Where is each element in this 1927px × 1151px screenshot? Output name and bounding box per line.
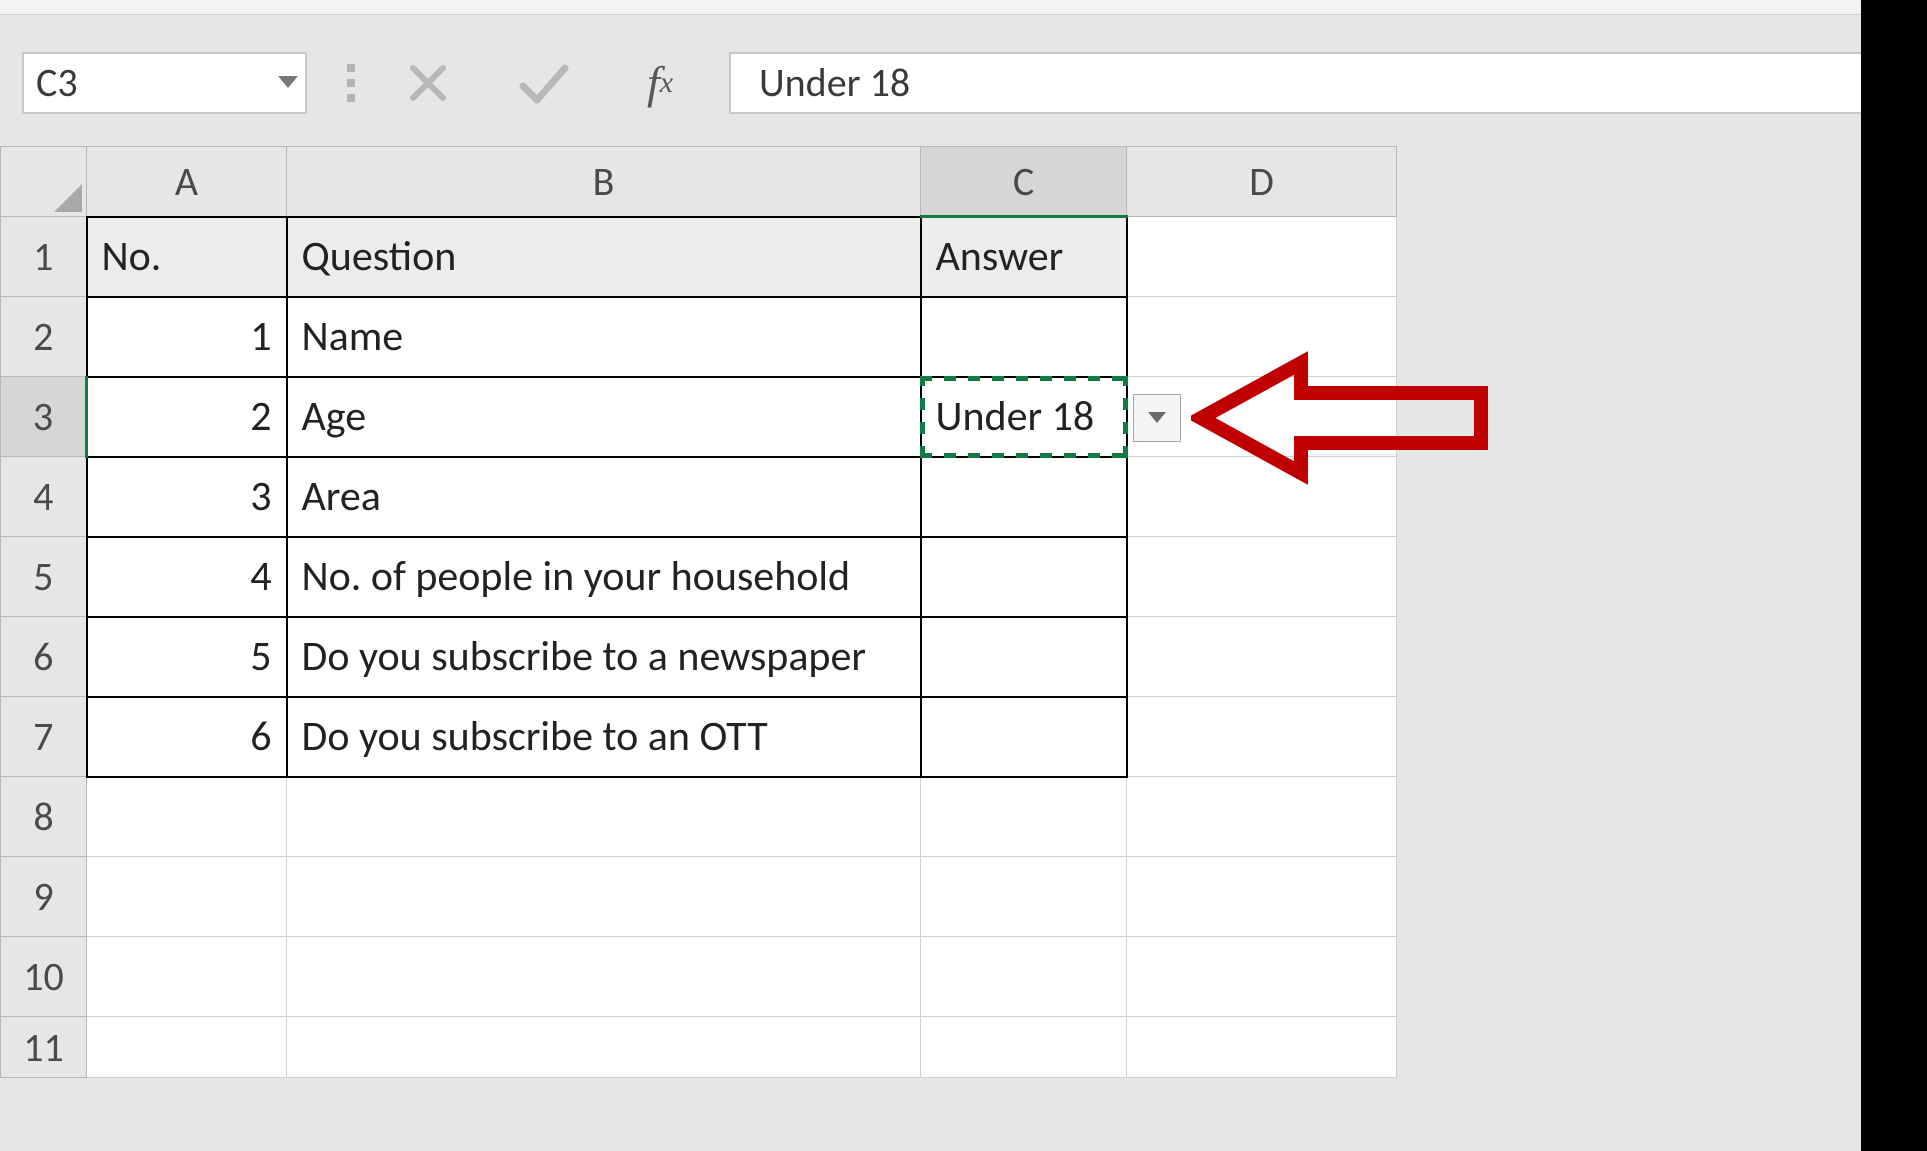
cell-D9[interactable] — [1127, 857, 1397, 937]
name-box-value: C3 — [36, 58, 78, 107]
row-header-10[interactable]: 10 — [1, 937, 87, 1017]
formula-input-value: Under 18 — [759, 58, 910, 107]
cell-A1[interactable]: No. — [87, 217, 287, 297]
formula-input[interactable]: Under 18 — [729, 52, 1927, 114]
cell-D7[interactable] — [1127, 697, 1397, 777]
cell-B9[interactable] — [287, 857, 921, 937]
cell-A3[interactable]: 2 — [87, 377, 287, 457]
cell-B3[interactable]: Age — [287, 377, 921, 457]
cell-A5[interactable]: 4 — [87, 537, 287, 617]
select-all-corner[interactable] — [1, 147, 87, 217]
row-header-9[interactable]: 9 — [1, 857, 87, 937]
row-header-5[interactable]: 5 — [1, 537, 87, 617]
cell-A11[interactable] — [87, 1017, 287, 1078]
cell-D10[interactable] — [1127, 937, 1397, 1017]
row-header-2[interactable]: 2 — [1, 297, 87, 377]
formula-bar: C3 fx Under 18 — [0, 40, 1927, 125]
enter-icon[interactable] — [515, 54, 573, 112]
fx-icon[interactable]: fx — [631, 54, 689, 112]
cell-C10[interactable] — [921, 937, 1127, 1017]
cell-A6[interactable]: 5 — [87, 617, 287, 697]
cell-B5[interactable]: No. of people in your household — [287, 537, 921, 617]
worksheet[interactable]: A B C D 1 No. Question Answer 2 1 Name — [0, 146, 1927, 1151]
cell-A8[interactable] — [87, 777, 287, 857]
chevron-down-icon — [1148, 412, 1166, 424]
window-top-strip — [0, 0, 1927, 15]
cell-A2[interactable]: 1 — [87, 297, 287, 377]
cell-A4[interactable]: 3 — [87, 457, 287, 537]
cell-C5[interactable] — [921, 537, 1127, 617]
col-header-D[interactable]: D — [1127, 147, 1397, 217]
cell-D6[interactable] — [1127, 617, 1397, 697]
row-header-8[interactable]: 8 — [1, 777, 87, 857]
name-box-dropdown-icon[interactable] — [273, 54, 303, 112]
cell-C1[interactable]: Answer — [921, 217, 1127, 297]
cell-A9[interactable] — [87, 857, 287, 937]
cell-A7[interactable]: 6 — [87, 697, 287, 777]
row-header-6[interactable]: 6 — [1, 617, 87, 697]
crop-black-edge — [1861, 0, 1927, 1151]
row-header-3[interactable]: 3 — [1, 377, 87, 457]
cell-D4[interactable] — [1127, 457, 1397, 537]
row-header-7[interactable]: 7 — [1, 697, 87, 777]
cell-C8[interactable] — [921, 777, 1127, 857]
cell-B6[interactable]: Do you subscribe to a newspaper — [287, 617, 921, 697]
cancel-icon[interactable] — [399, 54, 457, 112]
cell-C6[interactable] — [921, 617, 1127, 697]
cell-C7[interactable] — [921, 697, 1127, 777]
row-header-11[interactable]: 11 — [1, 1017, 87, 1078]
cell-C3[interactable]: Under 18 — [921, 377, 1127, 457]
formula-bar-grip-icon — [331, 64, 371, 102]
cell-B8[interactable] — [287, 777, 921, 857]
cell-D2[interactable] — [1127, 297, 1397, 377]
row-header-4[interactable]: 4 — [1, 457, 87, 537]
cell-B10[interactable] — [287, 937, 921, 1017]
col-header-B[interactable]: B — [287, 147, 921, 217]
col-header-A[interactable]: A — [87, 147, 287, 217]
cell-C4[interactable] — [921, 457, 1127, 537]
cell-D8[interactable] — [1127, 777, 1397, 857]
cell-B11[interactable] — [287, 1017, 921, 1078]
cell-D5[interactable] — [1127, 537, 1397, 617]
cell-C2[interactable] — [921, 297, 1127, 377]
row-header-1[interactable]: 1 — [1, 217, 87, 297]
cell-B7[interactable]: Do you subscribe to an OTT — [287, 697, 921, 777]
grid-table: A B C D 1 No. Question Answer 2 1 Name — [0, 146, 1397, 1078]
cell-B1[interactable]: Question — [287, 217, 921, 297]
cell-D1[interactable] — [1127, 217, 1397, 297]
cell-A10[interactable] — [87, 937, 287, 1017]
col-header-C[interactable]: C — [921, 147, 1127, 217]
cell-B2[interactable]: Name — [287, 297, 921, 377]
cell-C9[interactable] — [921, 857, 1127, 937]
cell-B4[interactable]: Area — [287, 457, 921, 537]
name-box[interactable]: C3 — [22, 52, 307, 114]
cell-C11[interactable] — [921, 1017, 1127, 1078]
data-validation-dropdown-button[interactable] — [1133, 394, 1181, 442]
formula-bar-buttons: fx — [399, 54, 689, 112]
cell-D11[interactable] — [1127, 1017, 1397, 1078]
